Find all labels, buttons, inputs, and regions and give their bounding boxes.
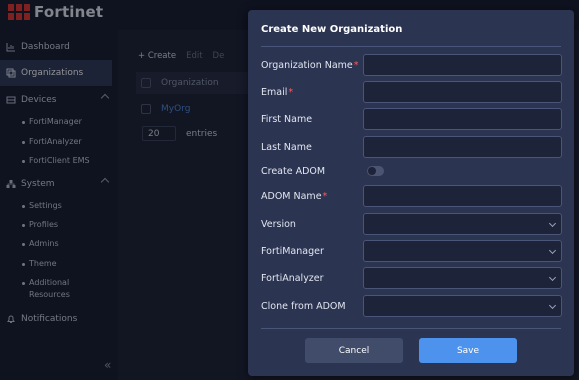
last-name-label: Last Name (261, 141, 312, 153)
divider (261, 46, 561, 47)
required-mark: * (322, 190, 328, 202)
last-name-input[interactable] (363, 136, 562, 158)
fortianalyzer-select[interactable] (363, 267, 562, 289)
email-input[interactable] (363, 81, 562, 103)
fortimanager-select[interactable] (363, 240, 562, 262)
clone-adom-select[interactable] (363, 295, 562, 317)
create-adom-toggle[interactable] (367, 166, 384, 176)
required-mark: * (288, 86, 294, 98)
version-select[interactable] (363, 213, 562, 235)
version-label: Version (261, 218, 296, 230)
create-organization-dialog: Create New Organization Organization Nam… (248, 10, 574, 376)
required-mark: * (353, 59, 359, 71)
dialog-title: Create New Organization (261, 24, 403, 35)
org-name-label: Organization Name * (261, 54, 359, 76)
create-adom-label: Create ADOM (261, 165, 326, 177)
adom-name-input[interactable] (363, 185, 562, 207)
email-label: Email * (261, 81, 293, 103)
label-text: Email (261, 86, 288, 98)
label-text: Organization Name (261, 59, 353, 71)
fortianalyzer-label: FortiAnalyzer (261, 272, 324, 284)
cancel-button[interactable]: Cancel (305, 338, 403, 363)
adom-name-label: ADOM Name * (261, 185, 327, 207)
first-name-input[interactable] (363, 108, 562, 130)
clone-adom-label: Clone from ADOM (261, 300, 346, 312)
fortimanager-label: FortiManager (261, 245, 324, 257)
org-name-input[interactable] (363, 54, 562, 76)
label-text: ADOM Name (261, 190, 322, 202)
divider (261, 328, 561, 329)
save-button[interactable]: Save (419, 338, 517, 363)
first-name-label: First Name (261, 113, 313, 125)
